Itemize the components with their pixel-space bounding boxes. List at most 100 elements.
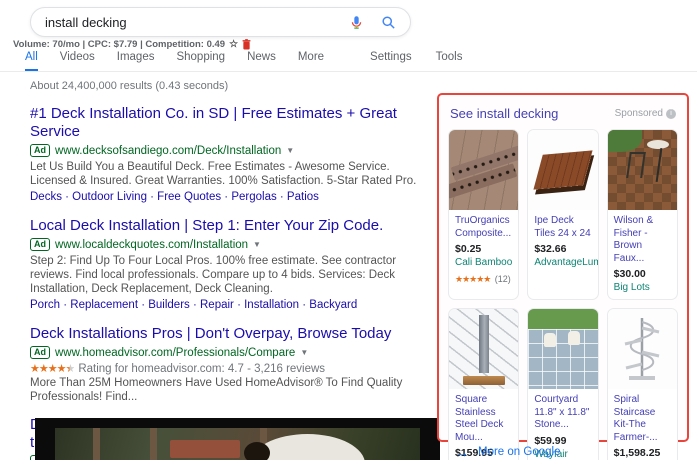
video-roof: [170, 440, 240, 458]
product-card-spiral-staircase[interactable]: Spiral Staircase Kit-The Farmer-... $1,5…: [606, 308, 678, 460]
search-icon-svg: [381, 15, 395, 29]
tab-news[interactable]: News: [247, 51, 276, 72]
tab-more[interactable]: More: [298, 51, 324, 72]
shopping-panel-header: See install decking Sponsored i: [450, 106, 676, 121]
patio-chair-art: [544, 333, 557, 347]
shopping-ads-panel: See install decking Sponsored i TruOrgan…: [437, 93, 689, 460]
result-title-link[interactable]: #1 Deck Installation Co. in SD | Free Es…: [30, 105, 436, 141]
result-description: Let Us Build You a Beautiful Deck. Free …: [30, 161, 417, 187]
product-card-ipe-tiles[interactable]: Ipe Deck Tiles 24 x 24 $32.66 AdvantageL…: [527, 129, 599, 300]
grass-art: [607, 130, 642, 152]
ipe-tile-art: [533, 150, 593, 190]
result-url-line: Ad www.homeadvisor.com/Professionals/Com…: [30, 346, 436, 359]
tab-settings[interactable]: Settings: [370, 51, 412, 72]
result-title-link[interactable]: Deck Installations Pros | Don't Overpay,…: [30, 325, 436, 343]
tab-videos[interactable]: Videos: [60, 51, 95, 72]
result-url-line: Ad www.localdeckquotes.com/Installation …: [30, 238, 436, 251]
search-icon[interactable]: [380, 14, 396, 30]
product-price: $30.00: [613, 268, 646, 280]
see-install-decking-link[interactable]: See install decking: [450, 106, 558, 121]
product-image-deck-tiles-bistro-set: [607, 130, 677, 210]
mic-icon[interactable]: [348, 14, 364, 30]
chevron-down-icon[interactable]: ▼: [253, 240, 261, 249]
product-merchant[interactable]: AdvantageLumb...: [534, 257, 597, 268]
keyword-stats: Volume: 70/mo | CPC: $7.79 | Competition…: [13, 39, 251, 50]
tabs-right-group: Settings Tools: [346, 51, 462, 72]
product-title[interactable]: Courtyard 11.8" x 11.8" Stone...: [534, 394, 591, 432]
result-type-tabs: All Videos Images Shopping News More Set…: [25, 50, 462, 72]
video-deck-post: [93, 428, 100, 460]
chevron-down-icon[interactable]: ▼: [300, 348, 308, 357]
rating-stars-icon: ★★★★★: [455, 274, 491, 284]
results-column: About 24,400,000 results (0.43 seconds) …: [30, 80, 436, 460]
search-bar: install decking: [30, 7, 411, 37]
result-rating-line: ★★★★★ Rating for homeadvisor.com: 4.7 - …: [30, 362, 436, 376]
product-image-stone-patio: [528, 309, 598, 389]
product-title[interactable]: Square Stainless Steel Deck Mou...: [455, 394, 512, 444]
result-sitelinks[interactable]: Porch · Replacement · Builders · Repair …: [30, 298, 436, 313]
rating-stars-icon: ★★★★★: [30, 363, 75, 375]
product-rating: ★★★★★ (12): [455, 269, 512, 287]
product-card-truorganics[interactable]: TruOrganics Composite... $0.25 Cali Bamb…: [448, 129, 520, 300]
product-title[interactable]: Spiral Staircase Kit-The Farmer-...: [614, 394, 671, 444]
product-price: $59.99: [534, 434, 567, 447]
tab-all[interactable]: All: [25, 51, 38, 72]
product-image-ipe-deck-tile: [528, 130, 598, 210]
info-icon[interactable]: i: [666, 108, 676, 119]
products-grid: TruOrganics Composite... $0.25 Cali Bamb…: [448, 129, 678, 460]
product-card-steel-deck-mount[interactable]: Square Stainless Steel Deck Mou... $159.…: [448, 308, 520, 460]
wood-base-art: [462, 376, 505, 385]
result-title-link[interactable]: Local Deck Installation | Step 1: Enter …: [30, 217, 436, 235]
product-merchant[interactable]: Big Lots: [614, 282, 671, 293]
result-url: www.decksofsandiego.com/Deck/Installatio…: [55, 144, 282, 157]
results-count: About 24,400,000 results (0.43 seconds): [30, 80, 229, 92]
product-price: $32.66: [534, 243, 567, 255]
patio-chair-art: [568, 331, 581, 345]
product-card-wilson-fisher[interactable]: Wilson & Fisher - Brown Faux... $30.00 B…: [606, 129, 678, 300]
tab-images[interactable]: Images: [117, 51, 155, 72]
ad-badge: Ad: [30, 144, 50, 157]
bistro-table-art: [647, 140, 669, 149]
rating-text: Rating for homeadvisor.com: 4.7 - 3,216 …: [78, 363, 326, 375]
bistro-table-leg-art: [655, 148, 663, 182]
product-price: $1,598.25: [613, 447, 661, 459]
chevron-down-icon[interactable]: ▼: [286, 146, 294, 155]
product-info: Spiral Staircase Kit-The Farmer-... $1,5…: [608, 389, 677, 460]
product-price: $0.25: [455, 243, 482, 255]
favorite-star-icon[interactable]: ☆: [229, 39, 238, 50]
product-info: TruOrganics Composite... $0.25 Cali Bamb…: [449, 210, 518, 293]
ad-badge: Ad: [30, 238, 50, 251]
result-description: Step 2: Find Up To Four Local Pros. 100%…: [30, 255, 397, 295]
spiral-staircase-art: [624, 318, 660, 380]
result-url: www.homeadvisor.com/Professionals/Compar…: [55, 346, 296, 359]
product-title[interactable]: Ipe Deck Tiles 24 x 24: [534, 215, 591, 240]
ad-result-localdeckquotes: Local Deck Installation | Step 1: Enter …: [30, 217, 436, 313]
product-image-spiral-staircase: [607, 309, 677, 389]
ad-result-homeadvisor: Deck Installations Pros | Don't Overpay,…: [30, 325, 436, 404]
trash-icon[interactable]: [242, 39, 251, 50]
result-url-line: Ad www.decksofsandiego.com/Deck/Installa…: [30, 144, 436, 157]
product-title[interactable]: Wilson & Fisher - Brown Faux...: [614, 215, 671, 265]
search-input[interactable]: install decking: [45, 15, 348, 30]
search-results-page: install decking Volume: 70/mo | CPC: $7.…: [0, 0, 697, 460]
steel-post-art: [478, 315, 489, 373]
tab-tools[interactable]: Tools: [436, 51, 463, 72]
video-thumbnail[interactable]: [35, 418, 440, 460]
tab-shopping[interactable]: Shopping: [176, 51, 225, 72]
result-sitelinks[interactable]: Decks · Outdoor Living · Free Quotes · P…: [30, 190, 436, 205]
more-on-google-link[interactable]: → More on Google: [455, 445, 560, 459]
result-url: www.localdeckquotes.com/Installation: [55, 238, 249, 251]
sponsored-label: Sponsored i: [615, 108, 676, 119]
ad-badge: Ad: [30, 346, 50, 359]
mic-icon-svg: [351, 15, 361, 29]
product-image-steel-post: [449, 309, 519, 389]
video-still-image: [55, 428, 420, 460]
product-title[interactable]: TruOrganics Composite...: [455, 215, 512, 240]
product-info: Ipe Deck Tiles 24 x 24 $32.66 AdvantageL…: [528, 210, 597, 274]
tabs-divider: [0, 71, 697, 72]
ad-result-decksofsandiego: #1 Deck Installation Co. in SD | Free Es…: [30, 105, 436, 205]
bistro-chair-art: [625, 152, 646, 178]
product-card-courtyard-stone[interactable]: Courtyard 11.8" x 11.8" Stone... $59.99 …: [527, 308, 599, 460]
keyword-stats-text: Volume: 70/mo | CPC: $7.79 | Competition…: [13, 39, 226, 50]
product-merchant[interactable]: Cali Bamboo: [455, 257, 512, 268]
